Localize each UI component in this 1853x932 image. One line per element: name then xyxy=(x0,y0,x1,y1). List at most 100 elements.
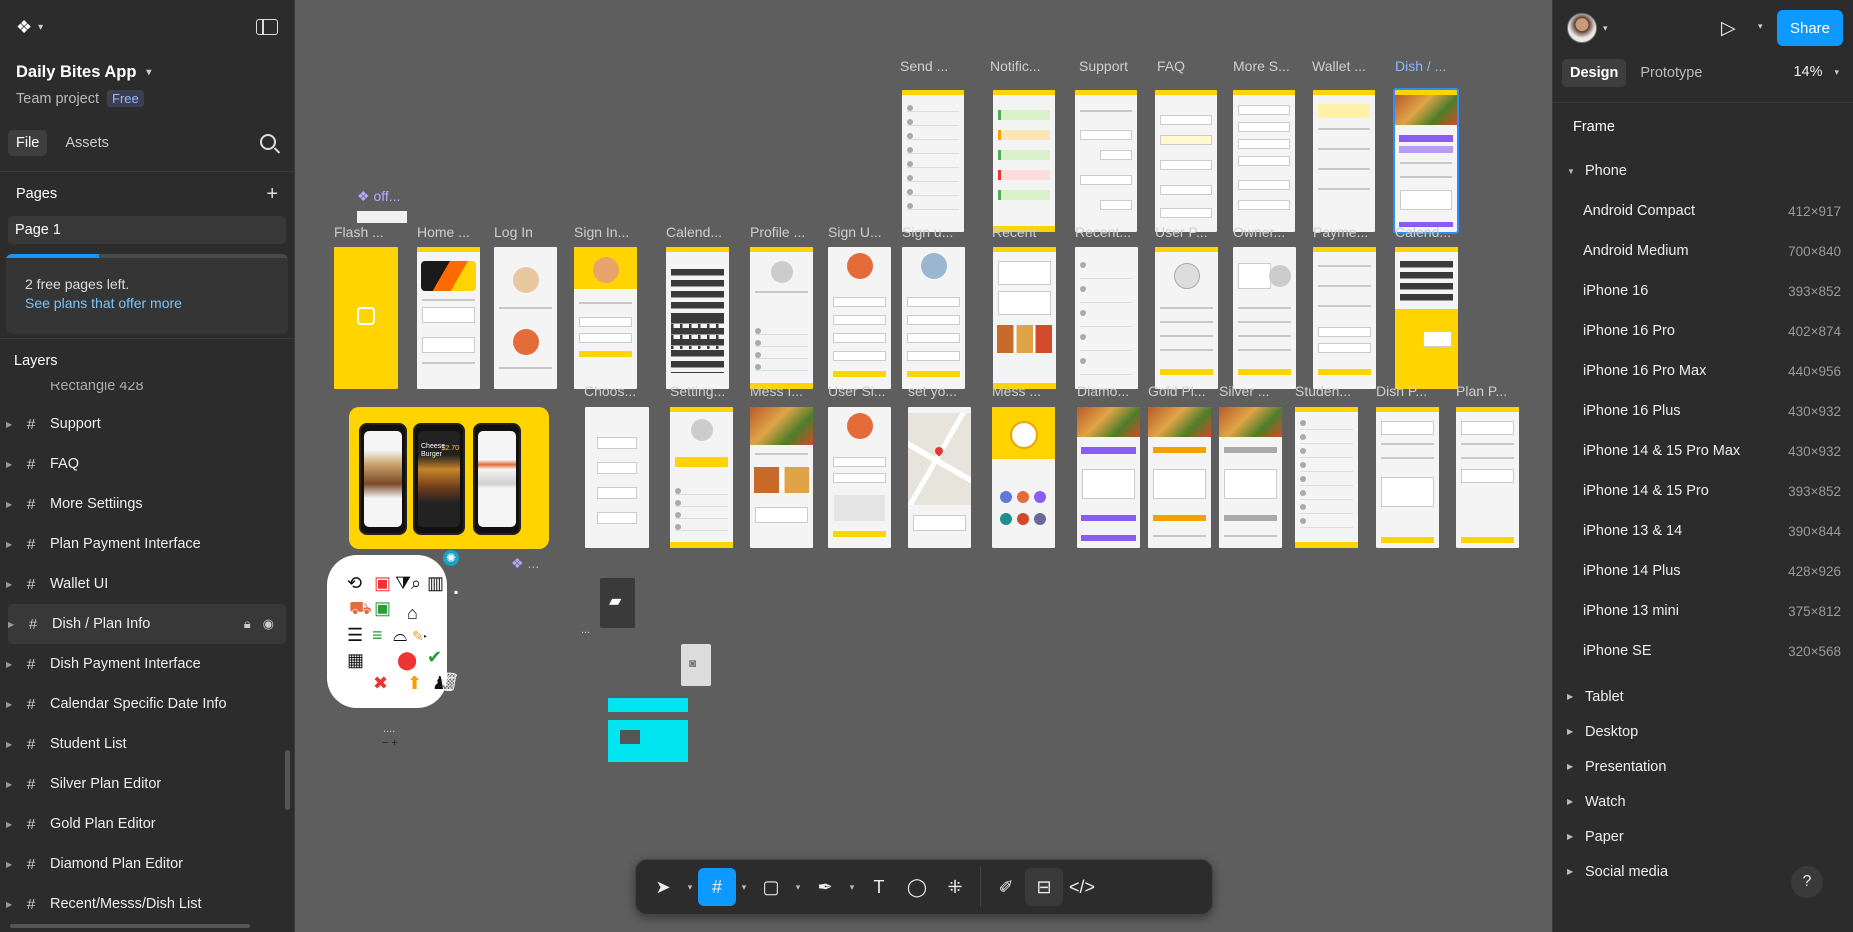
showcase-image[interactable]: Cheese Burger $2.70 xyxy=(349,407,549,549)
search-icon[interactable] xyxy=(260,134,276,150)
lock-icon[interactable]: ▪ xyxy=(454,585,458,599)
comment-tool-icon[interactable]: ◯ xyxy=(898,868,936,906)
frame-label[interactable]: Support xyxy=(1079,58,1128,74)
frame-student-list[interactable] xyxy=(1295,407,1358,548)
frame-label[interactable]: Mess I... xyxy=(750,383,803,399)
preset-group[interactable]: ▶ Watch xyxy=(1553,784,1853,819)
frame-owner[interactable] xyxy=(1233,247,1296,389)
frame-label[interactable]: More S... xyxy=(1233,58,1290,74)
frame-label[interactable]: Studen... xyxy=(1295,383,1351,399)
frame-label[interactable]: Calend... xyxy=(1395,224,1451,240)
chevron-down-icon[interactable]: ▾ xyxy=(844,868,860,906)
preset-group[interactable]: ▶ Desktop xyxy=(1553,714,1853,749)
folder-frame[interactable]: ▰ xyxy=(600,578,635,628)
caret-right-icon[interactable]: ▶ xyxy=(6,420,18,429)
preset-group[interactable]: ▶ Tablet xyxy=(1553,679,1853,714)
frame-recent-2[interactable] xyxy=(1075,247,1138,389)
frame-label[interactable]: FAQ xyxy=(1157,58,1185,74)
icon-sheet[interactable]: ⟲ ▣ ⧩ ⌕ ▥ ⛟ ▣ ⌂ ☰ ≡ ⌓ ▶ ▦ ⬤ ✔ ✖ ⬆ ♟ xyxy=(327,555,447,708)
frame-label[interactable]: Wallet ... xyxy=(1312,58,1366,74)
canvas[interactable]: Send ... Notific... Support FAQ More S..… xyxy=(295,0,1552,932)
preset-group[interactable]: ▶ Paper xyxy=(1553,819,1853,854)
add-page-icon[interactable]: + xyxy=(266,183,278,206)
layers-scrollbar[interactable] xyxy=(285,750,290,810)
frame-preset[interactable]: iPhone 14 & 15 Pro 393×852 xyxy=(1553,471,1853,511)
frame-dish-payment[interactable] xyxy=(1376,407,1439,548)
caret-right-icon[interactable]: ▶ xyxy=(6,460,18,469)
caret-right-icon[interactable]: ▶ xyxy=(6,580,18,589)
frame-wallet[interactable] xyxy=(1313,90,1375,232)
frame-user-profile[interactable] xyxy=(1155,247,1218,389)
layer-item[interactable]: ▶ # Diamond Plan Editor xyxy=(0,844,294,884)
frame-label[interactable]: Owner... xyxy=(1233,224,1285,240)
frame-preset[interactable]: iPhone 16 Plus 430×932 xyxy=(1553,391,1853,431)
frame-label[interactable]: ... xyxy=(581,624,590,636)
frame-user-sign-in[interactable] xyxy=(828,407,891,548)
move-tool-icon[interactable]: ➤ xyxy=(644,868,682,906)
upsell-link[interactable]: See plans that offer more xyxy=(25,295,182,311)
frame-label[interactable]: Dish P... xyxy=(1376,383,1427,399)
main-menu-button[interactable]: ❖ ▾ xyxy=(16,17,43,38)
component-label[interactable]: ❖ off... xyxy=(357,188,400,205)
layer-item[interactable]: ▶ # Calendar Specific Date Info xyxy=(0,684,294,724)
caret-right-icon[interactable]: ▶ xyxy=(8,620,20,629)
share-button[interactable]: Share xyxy=(1777,10,1843,46)
design-mode-icon[interactable]: ⊟ xyxy=(1025,868,1063,906)
frame-payment[interactable] xyxy=(1313,247,1376,389)
globe-icon[interactable]: ✺ xyxy=(443,550,459,566)
component-label[interactable]: ❖ ... xyxy=(511,555,539,572)
frame-preset[interactable]: iPhone SE 320×568 xyxy=(1553,631,1853,671)
frame-dish-plan-info[interactable] xyxy=(1393,88,1459,234)
frame-label[interactable]: Sign In... xyxy=(574,224,629,240)
frame-label[interactable]: User P... xyxy=(1155,224,1208,240)
present-play-icon[interactable]: ▷ xyxy=(1721,17,1736,40)
chevron-down-icon[interactable]: ▾ xyxy=(790,868,806,906)
help-button[interactable]: ? xyxy=(1791,866,1823,898)
rectangle-tool-icon[interactable]: ▢ xyxy=(752,868,790,906)
tab-design[interactable]: Design xyxy=(1562,59,1627,87)
pen-tool-icon[interactable]: ✒ xyxy=(806,868,844,906)
frame-login[interactable] xyxy=(494,247,557,389)
frame-more-settings[interactable] xyxy=(1233,90,1295,232)
frame-profile[interactable] xyxy=(750,247,813,389)
layer-item[interactable]: ▶ # Silver Plan Editor xyxy=(0,764,294,804)
frame-label[interactable]: Plan P... xyxy=(1456,383,1507,399)
frame-plan-payment[interactable] xyxy=(1456,407,1519,548)
chevron-down-icon[interactable]: ▾ xyxy=(1603,23,1608,34)
frame-home[interactable] xyxy=(417,247,480,389)
frame-recent[interactable] xyxy=(993,247,1056,389)
tab-prototype[interactable]: Prototype xyxy=(1632,59,1710,87)
caret-right-icon[interactable]: ▶ xyxy=(6,500,18,509)
file-name-dropdown[interactable]: Daily Bites App ▾ xyxy=(16,58,278,86)
trash-icon[interactable]: 🗑︎ xyxy=(437,672,460,693)
diamond-icon[interactable]: ♦ xyxy=(421,693,427,705)
frame-calendar-2[interactable] xyxy=(1395,247,1458,389)
frame-support[interactable] xyxy=(1075,90,1137,232)
frame-preset[interactable]: Android Compact 412×917 xyxy=(1553,191,1853,231)
frame-preset[interactable]: iPhone 16 Pro Max 440×956 xyxy=(1553,351,1853,391)
frame-gold-plan[interactable] xyxy=(1148,407,1211,548)
preset-group[interactable]: ▶ Presentation xyxy=(1553,749,1853,784)
component-thumb[interactable] xyxy=(357,211,407,223)
frame-label[interactable]: Choos... xyxy=(584,383,636,399)
frame-preset[interactable]: Android Medium 700×840 xyxy=(1553,231,1853,271)
layer-item[interactable]: ▶ # Dish Payment Interface xyxy=(0,644,294,684)
frame-sign-up-2[interactable] xyxy=(902,247,965,389)
frame-preset[interactable]: iPhone 16 393×852 xyxy=(1553,271,1853,311)
frame-sign-in[interactable] xyxy=(574,247,637,389)
frame-label[interactable]: .... xyxy=(383,723,395,735)
caret-right-icon[interactable]: ▶ xyxy=(6,900,18,909)
gift-icon[interactable]: ■ xyxy=(418,588,429,609)
group-phone[interactable]: ▼ Phone xyxy=(1553,151,1853,191)
actions-tool-icon[interactable]: ⁜ xyxy=(936,868,974,906)
chevron-down-icon[interactable]: ▾ xyxy=(1758,21,1763,32)
frame-label[interactable]: Flash ... xyxy=(334,224,384,240)
chevron-down-icon[interactable]: ▾ xyxy=(682,868,698,906)
frame-preset[interactable]: iPhone 13 mini 375×812 xyxy=(1553,591,1853,631)
frame-label[interactable]: Silver ... xyxy=(1219,383,1270,399)
draw-mode-icon[interactable]: ✐ xyxy=(987,868,1025,906)
avatar[interactable] xyxy=(1567,13,1597,43)
frame-label[interactable]: Gold Pl... xyxy=(1148,383,1206,399)
layer-item[interactable]: ▶ # Recent/Messs/Dish List xyxy=(0,884,294,924)
layer-item[interactable]: ▶ # Support xyxy=(0,404,294,444)
